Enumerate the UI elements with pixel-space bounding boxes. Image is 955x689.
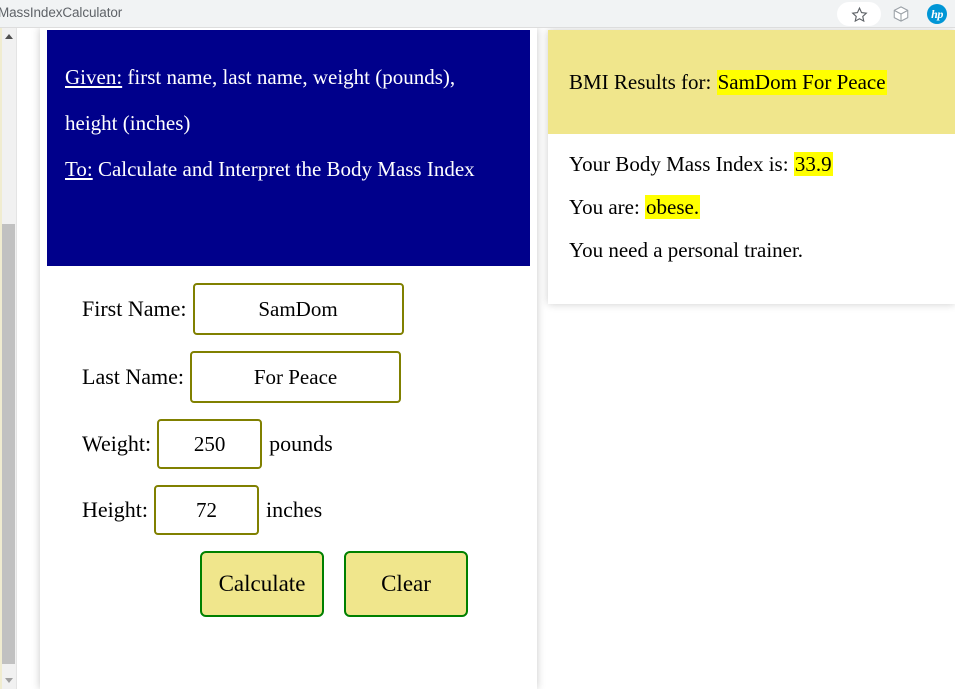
weight-label: Weight:	[82, 431, 152, 456]
last-name-label: Last Name:	[82, 364, 185, 389]
height-label: Height:	[82, 497, 148, 522]
advice-line: You need a personal trainer.	[569, 238, 804, 262]
results-header-prefix: BMI Results for:	[569, 69, 712, 94]
bmi-label: Your Body Mass Index is:	[569, 152, 789, 176]
results-card: BMI Results for: SamDom For Peace Your B…	[548, 30, 955, 304]
weight-row: Weight: pounds	[40, 419, 537, 469]
bmi-form: First Name: Last Name: Weight: pounds He…	[40, 283, 537, 617]
triangle-up-icon	[4, 34, 13, 39]
scroll-up-arrow[interactable]	[0, 28, 17, 45]
first-name-row: First Name:	[40, 283, 537, 335]
intro-panel: Given: first name, last name, weight (po…	[47, 30, 530, 266]
triangle-down-icon	[4, 678, 13, 683]
results-header: BMI Results for: SamDom For Peace	[548, 30, 955, 134]
star-icon[interactable]	[849, 4, 869, 24]
last-name-input[interactable]	[190, 351, 402, 403]
bmi-value: 33.9	[793, 152, 833, 176]
results-header-name: SamDom For Peace	[716, 69, 887, 95]
bmi-result-line: Your Body Mass Index is: 33.9	[569, 152, 955, 177]
clear-button[interactable]: Clear	[344, 551, 468, 617]
tab-title: MassIndexCalculator	[0, 5, 123, 20]
form-buttons: Calculate Clear	[40, 551, 537, 617]
hp-logo-icon[interactable]: hp	[927, 4, 947, 24]
calculator-card: Given: first name, last name, weight (po…	[40, 28, 537, 689]
status-label: You are:	[569, 195, 640, 219]
to-text: Calculate and Interpret the Body Mass In…	[92, 157, 475, 181]
browser-toolbar: MassIndexCalculator hp	[0, 0, 955, 28]
height-input[interactable]	[154, 485, 259, 535]
status-badge: obese.	[645, 195, 701, 219]
page-viewport: Given: first name, last name, weight (po…	[0, 28, 955, 689]
given-text: first name, last name, weight (pounds), …	[65, 65, 456, 135]
scroll-down-arrow[interactable]	[0, 672, 17, 689]
browser-actions: hp	[837, 0, 947, 28]
vertical-scrollbar[interactable]	[0, 28, 17, 689]
status-result-line: You are: obese.	[569, 195, 955, 220]
first-name-input[interactable]	[192, 283, 404, 335]
height-unit-label: inches	[266, 497, 323, 522]
given-label: Given:	[65, 65, 123, 89]
cube-icon[interactable]	[891, 4, 911, 24]
given-line: Given: first name, last name, weight (po…	[65, 54, 512, 146]
calculate-button[interactable]: Calculate	[200, 551, 324, 617]
height-row: Height: inches	[40, 485, 537, 535]
first-name-label: First Name:	[82, 296, 187, 321]
to-line: To: Calculate and Interpret the Body Mas…	[65, 146, 512, 192]
to-label: To:	[65, 157, 93, 181]
scroll-thumb[interactable]	[2, 224, 15, 664]
results-body: Your Body Mass Index is: 33.9 You are: o…	[548, 134, 955, 263]
last-name-row: Last Name:	[40, 351, 537, 403]
bookmark-button[interactable]	[837, 2, 881, 26]
weight-unit-label: pounds	[269, 431, 333, 456]
weight-input[interactable]	[157, 419, 263, 469]
